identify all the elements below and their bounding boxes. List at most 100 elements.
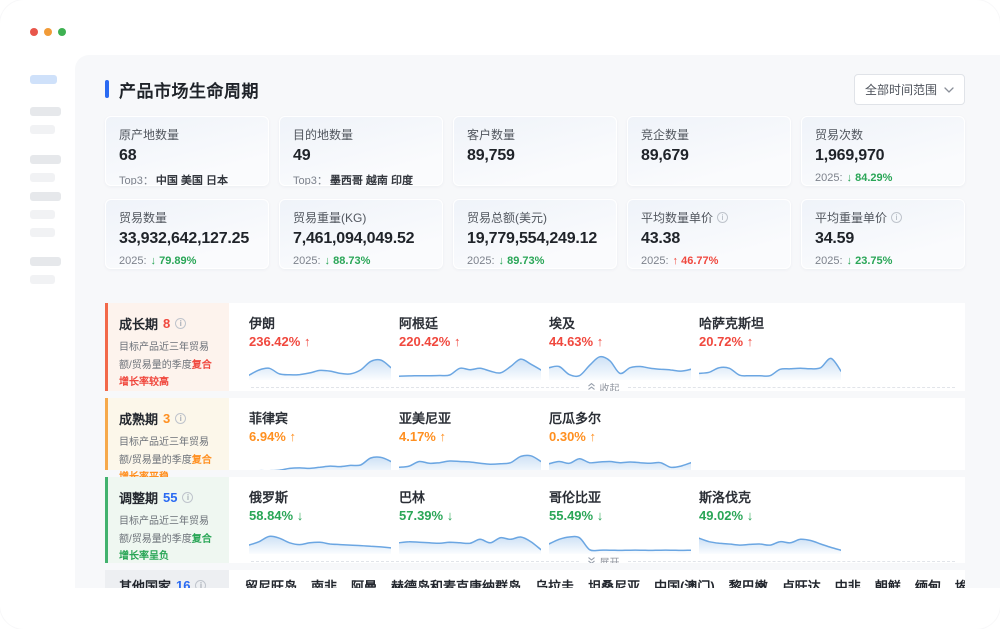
stat-card-value: 19,779,554,249.12 bbox=[467, 230, 603, 248]
trend-year: 2025: bbox=[119, 255, 147, 267]
country-tag: 朝鲜 bbox=[875, 576, 901, 589]
info-icon[interactable]: i bbox=[891, 212, 902, 223]
country-name: 俄罗斯 bbox=[249, 487, 399, 506]
country-name: 斯洛伐克 bbox=[699, 487, 849, 506]
arrow-up-icon: ↑ bbox=[304, 334, 311, 349]
phase-count: 16 bbox=[176, 578, 190, 589]
app-window: 产品市场生命周期 全部时间范围 原产地数量68Top3：中国 美国 日本目的地数… bbox=[0, 0, 1000, 629]
stat-card-label: 平均重量单价i bbox=[815, 209, 951, 226]
sparkline-chart bbox=[699, 352, 841, 380]
info-icon[interactable]: i bbox=[195, 580, 206, 589]
country-cell: 厄瓜多尔0.30% ↑ bbox=[549, 398, 699, 470]
stat-card-label-text: 客户数量 bbox=[467, 126, 515, 143]
country-name: 伊朗 bbox=[249, 313, 399, 332]
top3-prefix: Top3： bbox=[293, 172, 328, 186]
phase-description-highlight: 复合增长率较高 bbox=[119, 360, 212, 389]
arrow-down-icon: ↓ bbox=[151, 255, 157, 267]
stat-card: 平均数量单价i43.382025:↑ 46.77% bbox=[627, 199, 791, 269]
phase-count: 55 bbox=[163, 490, 177, 505]
expand-toggle[interactable]: 展开 bbox=[249, 554, 965, 563]
phase-name: 调整期 bbox=[119, 488, 158, 507]
trend-value: ↓ 79.89% bbox=[151, 255, 197, 267]
double-chevron-up-icon bbox=[587, 382, 596, 392]
phase-content: 菲律宾6.94% ↑亚美尼亚4.17% ↑厄瓜多尔0.30% ↑ bbox=[229, 398, 965, 470]
country-cells: 伊朗236.42% ↑阿根廷220.42% ↑埃及44.63% ↑哈萨克斯坦20… bbox=[249, 303, 965, 380]
stats-row-2: 贸易数量33,932,642,127.252025:↓ 79.89%贸易重量(K… bbox=[105, 199, 965, 269]
divider bbox=[628, 387, 956, 388]
sparkline-chart bbox=[549, 352, 691, 380]
trend-value: ↑ 46.77% bbox=[673, 255, 719, 267]
info-icon[interactable]: i bbox=[182, 492, 193, 503]
country-cell: 俄罗斯 58.84% ↓ bbox=[249, 477, 399, 554]
sparkline-chart bbox=[699, 526, 841, 554]
stat-card-label-text: 平均数量单价 bbox=[641, 209, 713, 226]
country-growth-pct: 49.02% ↓ bbox=[699, 508, 849, 523]
sparkline-chart bbox=[399, 447, 541, 470]
country-name: 埃及 bbox=[549, 313, 699, 332]
time-range-select[interactable]: 全部时间范围 bbox=[854, 74, 965, 105]
info-icon[interactable]: i bbox=[175, 318, 186, 329]
stat-card: 贸易重量(KG)7,461,094,049.522025:↓ 88.73% bbox=[279, 199, 443, 269]
phase-name: 其他国家 bbox=[119, 576, 171, 589]
sparkline-chart bbox=[399, 526, 541, 554]
window-close-button[interactable] bbox=[30, 28, 38, 36]
trend-year: 2025: bbox=[815, 255, 843, 267]
window-minimize-button[interactable] bbox=[44, 28, 52, 36]
country-growth-pct: 0.30% ↑ bbox=[549, 429, 699, 444]
trend-value: ↓ 84.29% bbox=[847, 172, 893, 184]
stat-card-label-text: 贸易总额(美元) bbox=[467, 209, 547, 226]
stat-card-label: 原产地数量 bbox=[119, 126, 255, 143]
sidebar-skeleton-item bbox=[30, 275, 55, 284]
sparkline-chart bbox=[549, 526, 691, 554]
sparkline-chart bbox=[249, 447, 391, 470]
country-cell: 埃及44.63% ↑ bbox=[549, 303, 699, 380]
phase-row-others: 其他国家16i留尼旺岛南非阿曼赫德岛和麦克唐纳群岛乌拉圭坦桑尼亚中国(澳门)黎巴… bbox=[105, 570, 965, 588]
country-cells: 俄罗斯58.84% ↓巴林57.39% ↓哥伦比亚55.49% ↓斯洛伐克49.… bbox=[249, 477, 965, 554]
window-zoom-button[interactable] bbox=[58, 28, 66, 36]
divider bbox=[251, 387, 579, 388]
stat-card-label-text: 贸易次数 bbox=[815, 126, 863, 143]
arrow-down-icon: ↓ bbox=[747, 508, 754, 523]
phase-count: 3 bbox=[163, 411, 170, 426]
stat-card-trend: 2025: ↓ 79.89% bbox=[119, 255, 255, 267]
sparkline-chart bbox=[249, 352, 391, 380]
title-accent-bar bbox=[105, 80, 109, 98]
info-icon[interactable]: i bbox=[175, 413, 186, 424]
arrow-down-icon: ↓ bbox=[597, 508, 604, 523]
sidebar-skeleton-item bbox=[30, 155, 61, 164]
page-title: 产品市场生命周期 bbox=[119, 77, 259, 102]
stat-card-trend: 2025:↓ 88.73% bbox=[293, 255, 429, 267]
double-chevron-down-icon bbox=[587, 556, 596, 564]
divider bbox=[251, 561, 579, 562]
stat-card-value: 43.38 bbox=[641, 230, 777, 248]
country-growth-pct: 58.84% ↓ bbox=[249, 508, 399, 523]
panel-header: 产品市场生命周期 全部时间范围 bbox=[105, 75, 965, 103]
arrow-down-icon: ↓ bbox=[325, 255, 331, 267]
stat-card-label: 贸易重量(KG) bbox=[293, 209, 429, 226]
stat-card-label-text: 竞企数量 bbox=[641, 126, 689, 143]
stat-card-label-text: 目的地数量 bbox=[293, 126, 353, 143]
sparkline-chart bbox=[549, 447, 691, 470]
info-icon[interactable]: i bbox=[717, 212, 728, 223]
sparkline-chart bbox=[249, 526, 391, 554]
sidebar-skeleton-item bbox=[30, 257, 61, 266]
arrow-up-icon: ↑ bbox=[454, 334, 461, 349]
country-tag: 赫德岛和麦克唐纳群岛 bbox=[391, 576, 521, 589]
stat-card-trend: 2025:↓ 23.75% bbox=[815, 255, 951, 267]
top3-values: 中国 美国 日本 bbox=[156, 172, 228, 186]
stat-card-label-text: 贸易重量(KG) bbox=[293, 209, 366, 226]
arrow-down-icon: ↓ bbox=[499, 255, 505, 267]
phase-panel-mature: 成熟期3i目标产品近三年贸易额/贸易量的季度复合增长率平稳 bbox=[105, 398, 229, 470]
stat-card-label-text: 原产地数量 bbox=[119, 126, 179, 143]
stat-card-label: 贸易总额(美元) bbox=[467, 209, 603, 226]
collapse-toggle[interactable]: 收起 bbox=[249, 380, 965, 391]
phase-description-highlight: 复合增长率呈负 bbox=[119, 534, 212, 563]
top3-prefix: Top3： bbox=[119, 172, 154, 186]
arrow-down-icon: ↓ bbox=[847, 172, 853, 184]
country-tag: 坦桑尼亚 bbox=[588, 576, 640, 589]
stat-card: 贸易次数1,969,9702025:↓ 84.29% bbox=[801, 116, 965, 186]
phase-title: 其他国家 16 i bbox=[119, 576, 206, 589]
phase-title: 成熟期3i bbox=[119, 409, 220, 428]
main-panel: 产品市场生命周期 全部时间范围 原产地数量68Top3：中国 美国 日本目的地数… bbox=[75, 55, 1000, 588]
country-cell: 斯洛伐克 49.02% ↓ bbox=[699, 477, 849, 554]
